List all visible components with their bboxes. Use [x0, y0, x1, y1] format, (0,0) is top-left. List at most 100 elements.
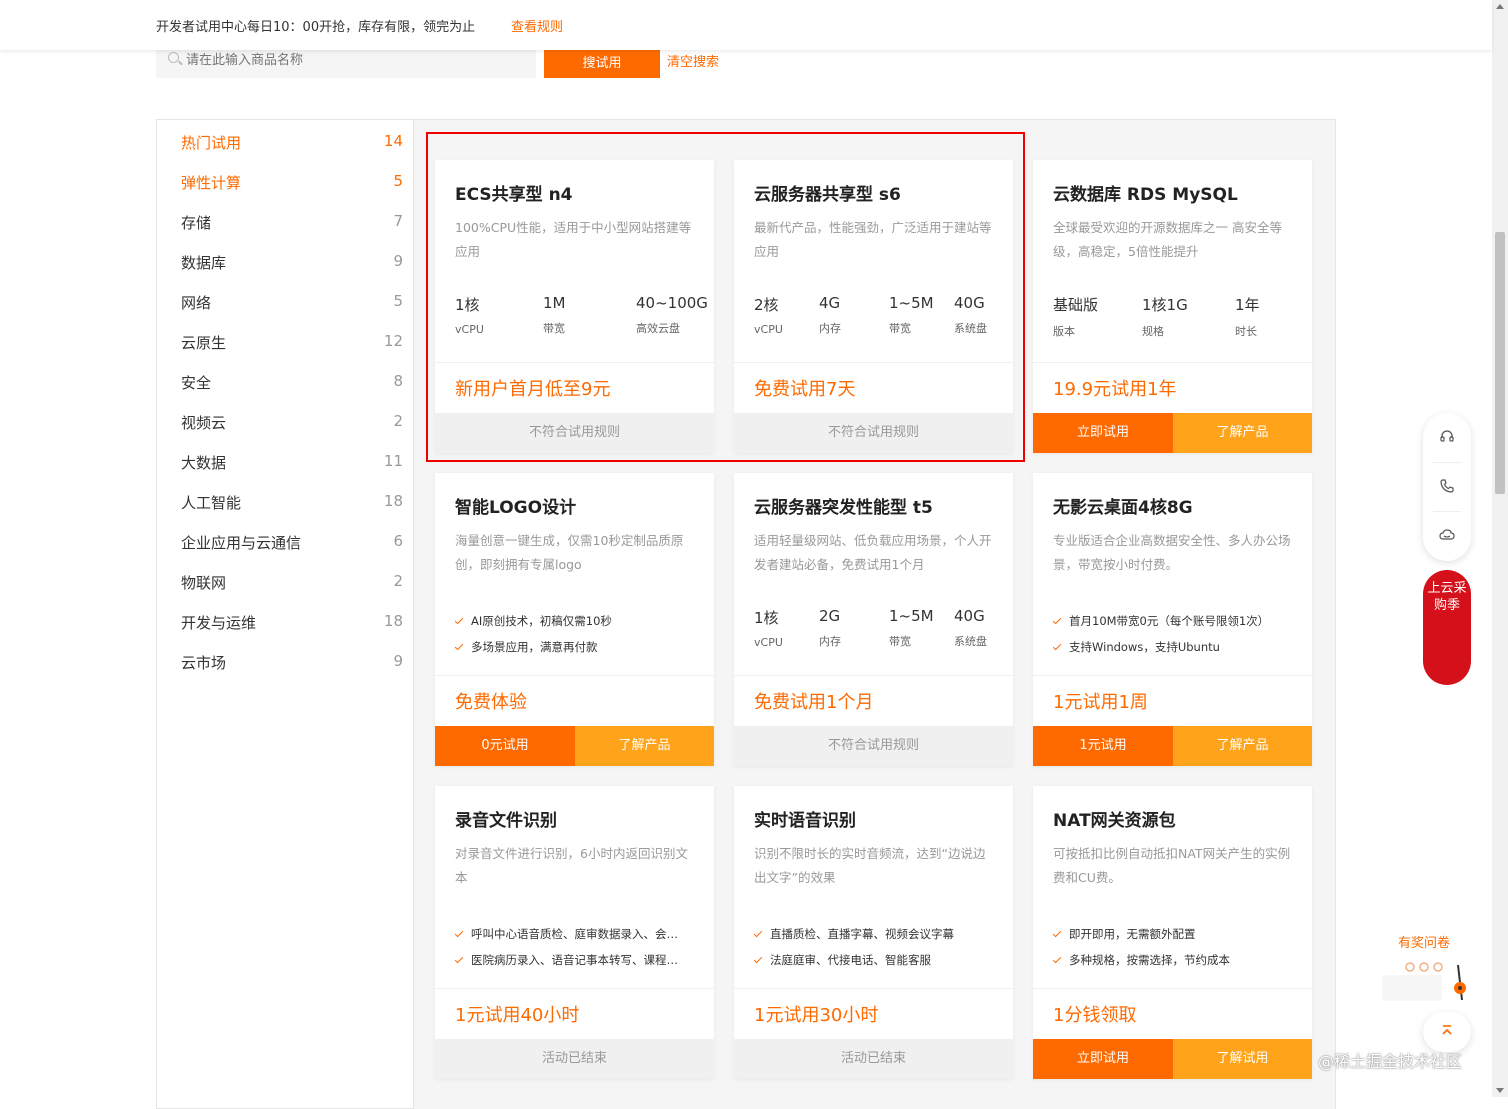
card-specs: 1核 vCPU 2G 内存 1~5M 带宽 40G 系统盘	[754, 607, 1004, 657]
feature-item: AI原创技术，初稿仅需10秒	[455, 613, 700, 639]
divider	[1433, 462, 1461, 463]
sidebar-item-security[interactable]: 安全 8	[181, 372, 403, 396]
feature-text: 法庭庭审、代接电话、智能客服	[770, 953, 931, 967]
spec-value: 1核1G	[1142, 296, 1188, 314]
feature-item: 多场景应用，满意再付款	[455, 639, 700, 665]
spec-key: 版本	[1053, 325, 1075, 338]
product-card[interactable]: 云数据库 RDS MySQL 全球最受欢迎的开源数据库之一 高安全等级，高稳定，…	[1033, 160, 1312, 453]
watermark: @稀土掘金技术社区	[1318, 1052, 1463, 1071]
sidebar-item-network[interactable]: 网络 5	[181, 292, 403, 316]
sidebar-item-cloud-native[interactable]: 云原生 12	[181, 332, 403, 356]
product-card[interactable]: 智能LOGO设计 海量创意一键生成，仅需10秒定制品质原创，即刻拥有专属logo…	[435, 473, 714, 766]
spec-item: 1年 时长	[1235, 294, 1260, 339]
spec-value: 1年	[1235, 296, 1260, 314]
sidebar-item-devops[interactable]: 开发与运维 18	[181, 612, 403, 636]
spec-item: 基础版 版本	[1053, 294, 1098, 339]
product-card[interactable]: 无影云桌面4核8G 专业版适合企业高数据安全性、多人办公场景，带宽按小时付费。 …	[1033, 473, 1312, 766]
sidebar-item-label: 弹性计算	[181, 174, 242, 192]
card-price: 免费试用1个月	[754, 692, 874, 713]
sidebar-item-video-cloud[interactable]: 视频云 2	[181, 412, 403, 436]
sidebar-item-database[interactable]: 数据库 9	[181, 252, 403, 276]
product-card[interactable]: 录音文件识别 对录音文件进行识别，6小时内返回识别文本 呼叫中心语音质检、庭审数…	[435, 786, 714, 1079]
card-price: 免费试用7天	[754, 379, 856, 400]
card-desc: 最新代产品，性能强劲，广泛适用于建站等应用	[754, 220, 992, 259]
spec-key: 系统盘	[954, 635, 987, 648]
phone-icon[interactable]	[1439, 478, 1455, 494]
learn-product-button[interactable]: 了解产品	[1173, 726, 1312, 766]
card-specs: 2核 vCPU 4G 内存 1~5M 带宽 40G 系统盘	[754, 294, 1004, 344]
scroll-down-icon[interactable]	[1496, 1088, 1504, 1093]
spec-value: 基础版	[1053, 296, 1099, 314]
spec-key: 内存	[819, 635, 841, 648]
sidebar-item-count: 2	[393, 412, 403, 430]
sidebar-item-hot[interactable]: 热门试用 14	[181, 132, 403, 156]
card-title: 云服务器共享型 s6	[754, 185, 901, 205]
spec-key: 内存	[819, 322, 841, 335]
survey-illustration-icon[interactable]	[1378, 955, 1468, 1010]
trial-notice: 开发者试用中心每日10：00开抢，库存有限，领完为止	[156, 20, 476, 35]
promo-badge[interactable]: 上云采购季	[1423, 570, 1471, 685]
sidebar-item-storage[interactable]: 存储 7	[181, 212, 403, 236]
sidebar-item-compute[interactable]: 弹性计算 5	[181, 172, 403, 196]
card-specs: 1核 vCPU 1M 带宽 40~100G 高效云盘	[455, 294, 708, 344]
product-card[interactable]: NAT网关资源包 可按抵扣比例自动抵扣NAT网关产生的实例费和CU费。 即开即用…	[1033, 786, 1312, 1079]
spec-item: 1核 vCPU	[455, 294, 484, 336]
scroll-thumb[interactable]	[1495, 232, 1505, 494]
product-card[interactable]: ECS共享型 n4 100%CPU性能，适用于中小型网站搭建等应用 1核 vCPU…	[435, 160, 714, 453]
spec-key: 带宽	[889, 635, 911, 648]
card-title: 智能LOGO设计	[455, 498, 577, 518]
divider	[734, 988, 1013, 989]
survey-label[interactable]: 有奖问卷	[1398, 932, 1450, 951]
scroll-up-icon[interactable]	[1496, 4, 1504, 9]
learn-product-button[interactable]: 了解产品	[575, 726, 714, 766]
feature-text: 多场景应用，满意再付款	[471, 640, 598, 654]
divider	[734, 362, 1013, 363]
category-sidebar: 热门试用 14 弹性计算 5 存储 7 数据库 9 网络 5 云原生 12 安全 8 视频云 2…	[156, 119, 414, 1109]
sidebar-item-label: 安全	[181, 374, 212, 392]
learn-product-button[interactable]: 了解产品	[1173, 413, 1312, 453]
divider	[435, 362, 714, 363]
clear-search-button[interactable]: 清空搜索	[667, 51, 719, 70]
spec-value: 2核	[754, 296, 779, 314]
search-input[interactable]	[186, 50, 516, 70]
spec-value: 40G	[954, 607, 985, 625]
sidebar-item-label: 物联网	[181, 574, 227, 592]
scrollbar[interactable]	[1492, 0, 1508, 1097]
try-now-button[interactable]: 立即试用	[1033, 1039, 1173, 1079]
spec-value: 1~5M	[889, 607, 934, 625]
view-rules-link[interactable]: 查看规则	[511, 16, 563, 35]
divider	[1033, 362, 1312, 363]
product-card[interactable]: 实时语音识别 识别不限时长的实时音频流，达到“边说边出文字”的效果 直播质检、直…	[734, 786, 1013, 1079]
chat-cloud-icon[interactable]	[1439, 527, 1455, 543]
learn-trial-button[interactable]: 了解试用	[1173, 1039, 1312, 1079]
card-features: 直播质检、直播字幕、视频会议字幕 法庭庭审、代接电话、智能客服	[754, 926, 999, 978]
spec-key: vCPU	[754, 323, 783, 336]
product-card[interactable]: 云服务器共享型 s6 最新代产品，性能强劲，广泛适用于建站等应用 2核 vCPU …	[734, 160, 1013, 453]
divider	[1433, 511, 1461, 512]
sidebar-item-iot[interactable]: 物联网 2	[181, 572, 403, 596]
sidebar-item-marketplace[interactable]: 云市场 9	[181, 652, 403, 676]
spec-key: 带宽	[889, 322, 911, 335]
feature-text: AI原创技术，初稿仅需10秒	[471, 614, 612, 628]
back-to-top-button[interactable]	[1423, 1012, 1471, 1052]
sidebar-item-count: 5	[393, 292, 403, 310]
headset-icon[interactable]	[1439, 429, 1455, 445]
feature-text: 首月10M带宽0元（每个账号限领1次）	[1069, 614, 1270, 628]
try-now-button[interactable]: 立即试用	[1033, 413, 1173, 453]
sidebar-item-enterprise[interactable]: 企业应用与云通信 6	[181, 532, 403, 556]
one-yuan-trial-button[interactable]: 1元试用	[1033, 726, 1173, 766]
check-icon	[455, 615, 464, 625]
card-desc: 全球最受欢迎的开源数据库之一 高安全等级，高稳定，5倍性能提升	[1053, 220, 1282, 259]
free-trial-button[interactable]: 0元试用	[435, 726, 575, 766]
card-title: ECS共享型 n4	[455, 185, 573, 205]
sidebar-item-ai[interactable]: 人工智能 18	[181, 492, 403, 516]
spec-value: 1核	[754, 609, 779, 627]
feature-item: 法庭庭审、代接电话、智能客服	[754, 952, 999, 978]
card-price: 1元试用40小时	[455, 1005, 580, 1026]
check-icon	[754, 954, 763, 964]
sidebar-item-count: 8	[393, 372, 403, 390]
sidebar-item-big-data[interactable]: 大数据 11	[181, 452, 403, 476]
product-card[interactable]: 云服务器突发性能型 t5 适用轻量级网站、低负载应用场景，个人开发者建站必备，免…	[734, 473, 1013, 766]
card-title: 云服务器突发性能型 t5	[754, 498, 933, 518]
spec-item: 40G 系统盘	[954, 607, 987, 649]
